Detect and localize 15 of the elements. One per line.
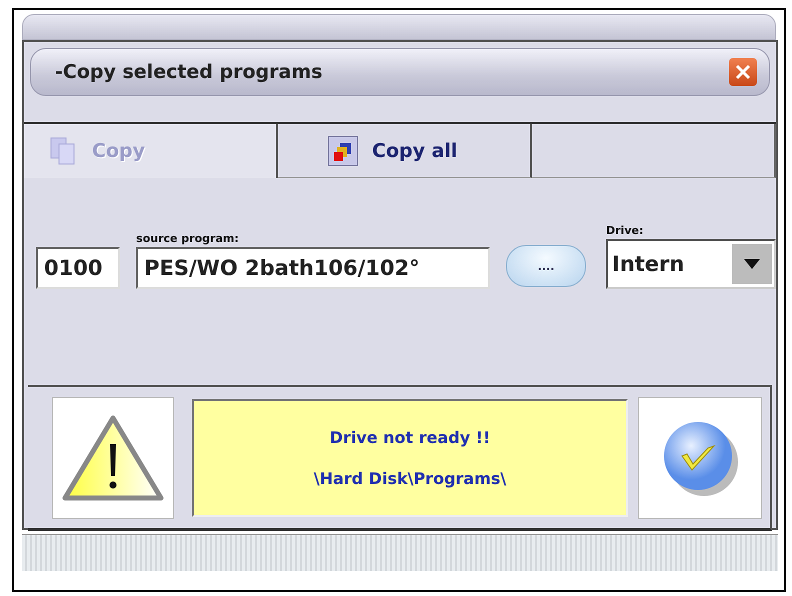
close-icon — [735, 64, 751, 80]
close-button[interactable] — [729, 58, 757, 86]
drive-label: Drive: — [606, 224, 644, 237]
squares-icon — [328, 136, 358, 166]
browse-button[interactable]: .... — [506, 245, 586, 287]
caret-icon — [744, 259, 760, 269]
program-number-field[interactable]: 0100 — [36, 247, 120, 289]
source-program-label: source program: — [136, 232, 240, 245]
alert-path: \Hard Disk\Programs\ — [314, 468, 506, 488]
window-title: -Copy selected programs — [55, 61, 322, 83]
drive-dropdown[interactable]: Intern — [606, 239, 776, 289]
source-program-field[interactable]: PES/WO 2bath106/102° — [136, 247, 490, 289]
warning-icon — [61, 414, 165, 502]
alert-message: Drive not ready !! — [330, 428, 490, 446]
tab[interactable]: Copy all — [278, 124, 532, 178]
